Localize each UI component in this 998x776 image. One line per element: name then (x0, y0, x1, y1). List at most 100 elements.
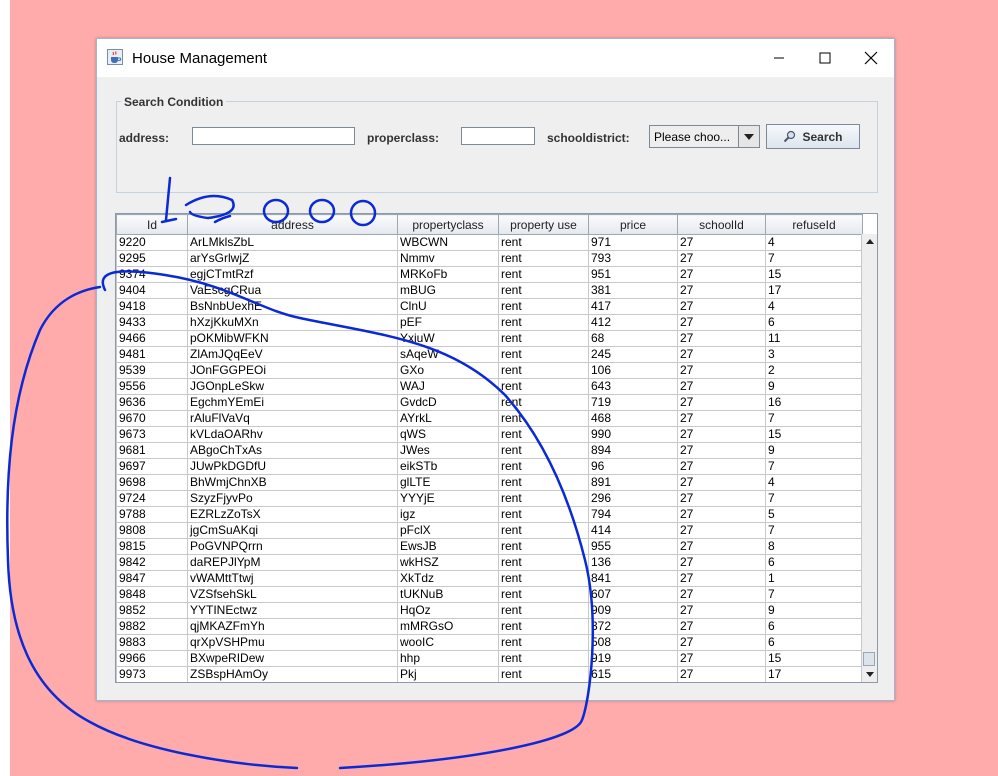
table-row[interactable]: 9295 arYsGrlwjZ Nmmv rent 793 27 7 (116, 250, 863, 267)
table-cell: 372 (588, 618, 678, 635)
column-header[interactable]: address (187, 214, 398, 235)
table-row[interactable]: 9404 VaEscgCRua mBUG rent 381 27 17 (116, 282, 863, 299)
table-cell: YYYjE (397, 490, 499, 507)
table-cell: 5 (765, 506, 863, 523)
table-cell: 2 (765, 362, 863, 379)
table-row[interactable]: 9636 EgchmYEmEi GvdcD rent 719 27 16 (116, 394, 863, 411)
table-cell: XkTdz (397, 570, 499, 587)
table-cell: rent (498, 490, 589, 507)
table-row[interactable]: 9848 VZSfsehSkL tUKNuB rent 607 27 7 (116, 586, 863, 603)
table-row[interactable]: 9883 qrXpVSHPmu wooIC rent 508 27 6 (116, 634, 863, 651)
scrollbar-thumb[interactable] (863, 652, 875, 666)
properclass-input[interactable] (461, 127, 535, 145)
table-cell: 27 (677, 362, 766, 379)
table-row[interactable]: 9673 kVLdaOARhv qWS rent 990 27 15 (116, 426, 863, 443)
table-cell: egjCTmtRzf (187, 266, 398, 283)
schooldistrict-select[interactable]: Please choo... (649, 125, 760, 148)
table-row[interactable]: 9539 JOnFGGPEOi GXo rent 106 27 2 (116, 362, 863, 379)
table-cell: 17 (765, 666, 863, 682)
vertical-scrollbar[interactable] (861, 234, 877, 682)
minimize-button[interactable] (756, 39, 802, 77)
table-cell: 27 (677, 442, 766, 459)
table-cell: 9 (765, 378, 863, 395)
table-cell: rent (498, 586, 589, 603)
table-cell: sAqeW (397, 346, 499, 363)
table-cell: 9815 (116, 538, 188, 555)
schooldistrict-label: schooldistrict: (547, 131, 630, 145)
table-cell: VaEscgCRua (187, 282, 398, 299)
window-title: House Management (132, 50, 268, 67)
scroll-down-icon[interactable] (864, 669, 875, 680)
table-cell: rAluFlVaVq (187, 410, 398, 427)
table-cell: 27 (677, 330, 766, 347)
table-cell: hXzjKkuMXn (187, 314, 398, 331)
table-cell: BsNnbUexhE (187, 298, 398, 315)
table-cell: 27 (677, 410, 766, 427)
table-cell: YxiuW (397, 330, 499, 347)
table-row[interactable]: 9808 jgCmSuAKqi pFclX rent 414 27 7 (116, 522, 863, 539)
address-input[interactable] (192, 127, 355, 145)
table-cell: 417 (588, 298, 678, 315)
table-cell: 508 (588, 634, 678, 651)
table-row[interactable]: 9681 ABgoChTxAs JWes rent 894 27 9 (116, 442, 863, 459)
column-header[interactable]: price (588, 214, 678, 235)
table-cell: 4 (765, 474, 863, 491)
table-cell: rent (498, 634, 589, 651)
table-cell: 951 (588, 266, 678, 283)
column-header[interactable]: property use (498, 214, 589, 235)
maximize-icon (819, 52, 831, 64)
scroll-up-icon[interactable] (864, 236, 875, 247)
column-header[interactable]: schoolId (677, 214, 766, 235)
table-row[interactable]: 9815 PoGVNPQrrn EwsJB rent 955 27 8 (116, 538, 863, 555)
table-cell: rent (498, 362, 589, 379)
table-row[interactable]: 9852 YYTINEctwz HqOz rent 909 27 9 (116, 602, 863, 619)
table-row[interactable]: 9842 daREPJlYpM wkHSZ rent 136 27 6 (116, 554, 863, 571)
table-row[interactable]: 9966 BXwpeRIDew hhp rent 919 27 15 (116, 650, 863, 667)
table-cell: 9481 (116, 346, 188, 363)
table-row[interactable]: 9433 hXzjKkuMXn pEF rent 412 27 6 (116, 314, 863, 331)
table-body: 9220 ArLMklsZbL WBCWN rent 971 27 4 9295 arYsGrl… (116, 234, 863, 682)
table-row[interactable]: 9374 egjCTmtRzf MRKoFb rent 951 27 15 (116, 266, 863, 283)
table-cell: SzyzFjyvPo (187, 490, 398, 507)
table-cell: 27 (677, 234, 766, 251)
table-cell: 27 (677, 666, 766, 682)
column-header[interactable]: propertyclass (397, 214, 499, 235)
table-row[interactable]: 9847 vWAMttTtwj XkTdz rent 841 27 1 (116, 570, 863, 587)
table-row[interactable]: 9788 EZRLzZoTsX igz rent 794 27 5 (116, 506, 863, 523)
table-cell: 6 (765, 554, 863, 571)
table-row[interactable]: 9882 qjMKAZFmYh mMRGsO rent 372 27 6 (116, 618, 863, 635)
table-cell: vWAMttTtwj (187, 570, 398, 587)
table-cell: 9808 (116, 522, 188, 539)
table-cell: wkHSZ (397, 554, 499, 571)
table-cell: 27 (677, 490, 766, 507)
column-header[interactable]: refuseId (765, 214, 863, 235)
table-cell: 841 (588, 570, 678, 587)
table-cell: daREPJlYpM (187, 554, 398, 571)
table-row[interactable]: 9418 BsNnbUexhE ClnU rent 417 27 4 (116, 298, 863, 315)
table-cell: 412 (588, 314, 678, 331)
table-row[interactable]: 9698 BhWmjChnXB glLTE rent 891 27 4 (116, 474, 863, 491)
close-button[interactable] (848, 39, 894, 77)
table-cell: 27 (677, 570, 766, 587)
table-cell: BhWmjChnXB (187, 474, 398, 491)
results-table: Id address propertyclass property use price s… (116, 214, 863, 682)
table-row[interactable]: 9466 pOKMibWFKN YxiuW rent 68 27 11 (116, 330, 863, 347)
column-header[interactable]: Id (116, 214, 188, 235)
title-bar[interactable]: House Management (97, 39, 894, 77)
table-row[interactable]: 9724 SzyzFjyvPo YYYjE rent 296 27 7 (116, 490, 863, 507)
table-cell: tUKNuB (397, 586, 499, 603)
dropdown-arrow-button[interactable] (738, 126, 759, 147)
schooldistrict-selected-value: Please choo... (654, 130, 731, 144)
table-row[interactable]: 9670 rAluFlVaVq AYrkL rent 468 27 7 (116, 410, 863, 427)
table-cell: 9847 (116, 570, 188, 587)
table-row[interactable]: 9556 JGOnpLeSkw WAJ rent 643 27 9 (116, 378, 863, 395)
maximize-button[interactable] (802, 39, 848, 77)
table-row[interactable]: 9220 ArLMklsZbL WBCWN rent 971 27 4 (116, 234, 863, 251)
table-cell: rent (498, 266, 589, 283)
table-cell: rent (498, 378, 589, 395)
table-row[interactable]: 9973 ZSBspHAmOy Pkj rent 615 27 17 (116, 666, 863, 682)
table-row[interactable]: 9697 JUwPkDGDfU eikSTb rent 96 27 7 (116, 458, 863, 475)
table-cell: 27 (677, 602, 766, 619)
table-row[interactable]: 9481 ZlAmJQqEeV sAqeW rent 245 27 3 (116, 346, 863, 363)
search-button[interactable]: Search (766, 124, 860, 149)
